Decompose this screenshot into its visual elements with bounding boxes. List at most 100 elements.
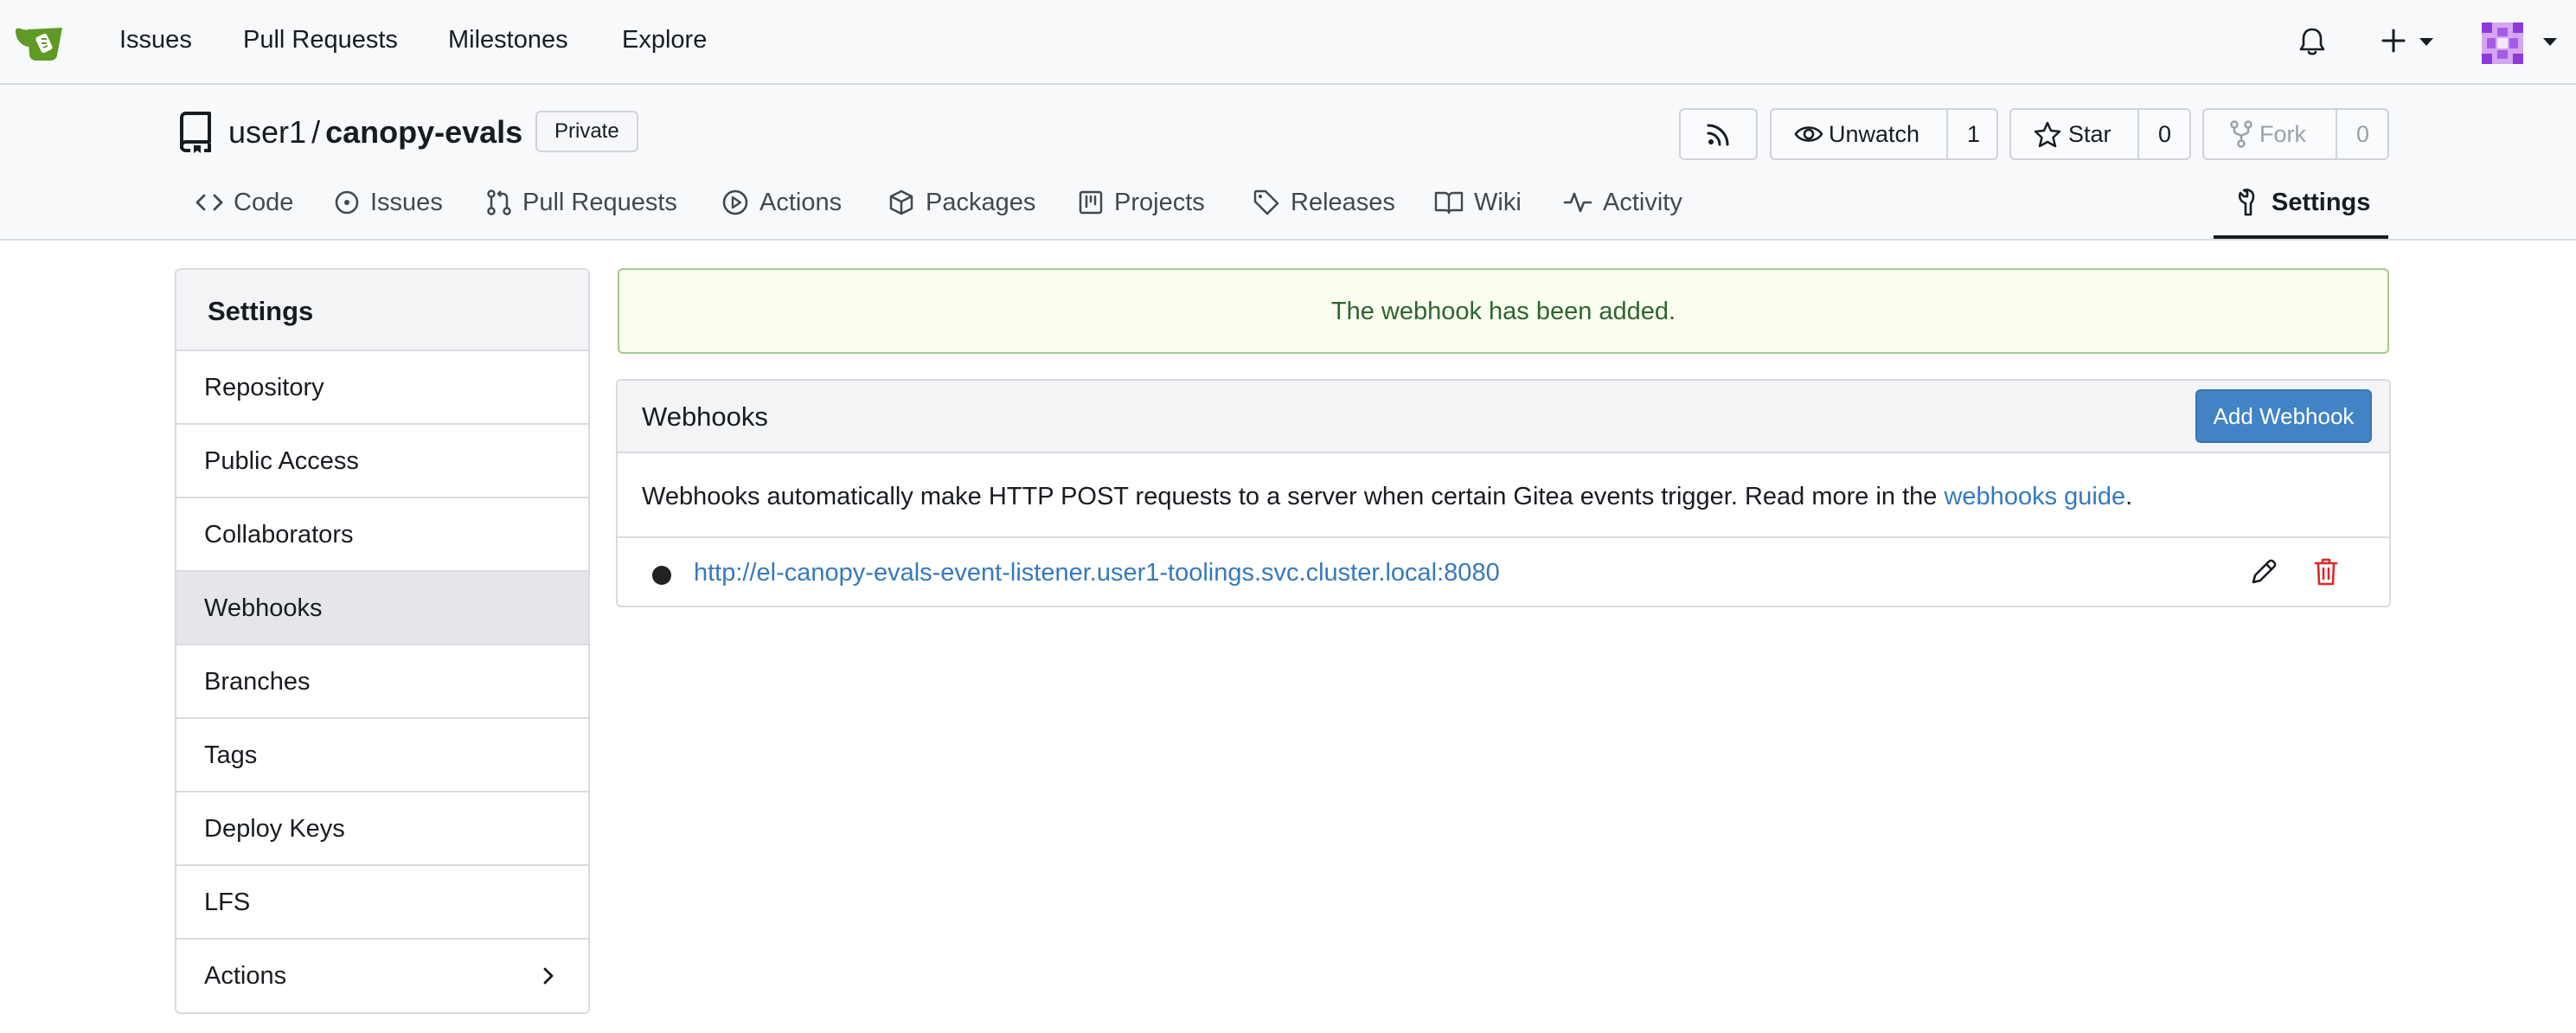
tab-wiki-label: Wiki	[1474, 188, 1522, 216]
rss-icon	[1705, 110, 1733, 158]
delete-trash-icon[interactable]	[2313, 556, 2339, 592]
repo-title: user1/canopy-evals	[228, 114, 522, 151]
eye-icon	[1794, 126, 1823, 142]
tab-pull-requests-label: Pull Requests	[522, 188, 677, 216]
tab-pull-requests[interactable]: Pull Requests	[486, 185, 677, 220]
fork-button[interactable]: Fork	[2230, 110, 2306, 158]
sidebar-header: Settings	[176, 270, 588, 351]
sidebar-item-lfs[interactable]: LFS	[176, 866, 588, 940]
unwatch-label: Unwatch	[1829, 120, 1920, 147]
success-message: The webhook has been added.	[618, 268, 2389, 354]
top-navbar: Issues Pull Requests Milestones Explore	[0, 0, 2576, 85]
tab-issues[interactable]: Issues	[334, 185, 443, 220]
tab-activity[interactable]: Activity	[1563, 185, 1682, 220]
fork-label: Fork	[2259, 120, 2306, 147]
webhooks-panel-header: Webhooks Add Webhook	[618, 381, 2389, 453]
user-menu-chevron-down-icon[interactable]	[2543, 38, 2557, 46]
code-icon	[195, 194, 223, 211]
webhook-url-link[interactable]: http://el-canopy-evals-event-listener.us…	[694, 559, 1500, 587]
tab-projects-label: Projects	[1114, 188, 1205, 216]
sidebar-item-tags[interactable]: Tags	[176, 719, 588, 792]
private-badge: Private	[535, 111, 638, 152]
create-chevron-down-icon[interactable]	[2419, 38, 2433, 46]
fork-icon	[2230, 120, 2252, 148]
sidebar-item-collaborators[interactable]: Collaborators	[176, 498, 588, 572]
settings-sidebar: Settings Repository Public Access Collab…	[175, 268, 590, 1014]
nav-explore[interactable]: Explore	[622, 26, 707, 55]
sidebar-item-webhooks[interactable]: Webhooks	[176, 572, 588, 645]
tab-actions-label: Actions	[759, 188, 843, 216]
play-circle-icon	[722, 189, 748, 215]
star-button[interactable]: Star	[2034, 110, 2111, 158]
create-new-plus-icon[interactable]	[2381, 28, 2406, 58]
sidebar-item-label: Tags	[204, 741, 258, 769]
webhook-list-item: http://el-canopy-evals-event-listener.us…	[618, 536, 2389, 606]
sidebar-item-label: Webhooks	[204, 594, 323, 622]
stars-count[interactable]: 0	[2158, 110, 2171, 158]
success-message-text: The webhook has been added.	[1330, 298, 1676, 325]
sidebar-item-actions[interactable]: Actions	[176, 940, 588, 1012]
watch-button-group: Unwatch 1	[1770, 108, 1998, 160]
unwatch-button[interactable]: Unwatch	[1794, 110, 1919, 158]
add-webhook-button[interactable]: Add Webhook	[2195, 389, 2372, 443]
tab-code-label: Code	[234, 188, 294, 216]
gitea-logo-icon[interactable]	[12, 22, 67, 64]
tab-actions[interactable]: Actions	[721, 185, 842, 220]
active-tab-indicator	[2214, 235, 2388, 239]
tab-projects[interactable]: Projects	[1078, 185, 1205, 220]
sidebar-item-label: Public Access	[204, 447, 359, 475]
sidebar-item-deploy-keys[interactable]: Deploy Keys	[176, 792, 588, 866]
user-avatar[interactable]	[2482, 22, 2523, 68]
sidebar-item-public-access[interactable]: Public Access	[176, 425, 588, 498]
tag-icon	[1253, 189, 1279, 215]
sidebar-item-branches[interactable]: Branches	[176, 645, 588, 719]
tab-releases[interactable]: Releases	[1253, 185, 1395, 220]
webhook-status-dot	[652, 566, 671, 585]
tab-packages[interactable]: Packages	[888, 185, 1035, 220]
webhooks-title: Webhooks	[642, 401, 768, 432]
chevron-right-icon	[543, 967, 554, 985]
wrench-icon	[2238, 189, 2255, 216]
webhooks-description-end: .	[2125, 483, 2133, 510]
rss-feed-button[interactable]	[1679, 108, 1758, 160]
star-button-group: Star 0	[2009, 108, 2191, 160]
nav-milestones[interactable]: Milestones	[448, 26, 568, 55]
star-icon	[2034, 121, 2061, 147]
sidebar-title: Settings	[208, 296, 314, 326]
watchers-count[interactable]: 1	[1967, 110, 1980, 158]
book-icon	[1434, 191, 1464, 215]
tab-settings[interactable]: Settings	[2235, 185, 2370, 220]
sidebar-item-label: Collaborators	[204, 521, 354, 549]
webhooks-description-text: Webhooks automatically make HTTP POST re…	[642, 483, 1945, 510]
sidebar-item-label: Deploy Keys	[204, 815, 345, 843]
repo-name-link[interactable]: canopy-evals	[325, 114, 522, 150]
forks-count[interactable]: 0	[2356, 110, 2369, 158]
package-icon	[889, 189, 913, 215]
notification-bell-icon[interactable]	[2297, 26, 2327, 61]
project-board-icon	[1079, 190, 1103, 215]
webhooks-panel: Webhooks Add Webhook Webhooks automatica…	[616, 379, 2391, 607]
repo-icon	[176, 111, 215, 158]
sidebar-item-label: LFS	[204, 889, 251, 916]
sidebar-item-label: Repository	[204, 374, 324, 401]
sidebar-item-repository[interactable]: Repository	[176, 351, 588, 425]
fork-button-group: Fork 0	[2202, 108, 2389, 160]
issue-icon	[335, 190, 359, 215]
repo-owner-link[interactable]: user1	[228, 114, 306, 150]
tab-packages-label: Packages	[926, 188, 1036, 216]
edit-pencil-icon[interactable]	[2249, 557, 2278, 591]
webhooks-description: Webhooks automatically make HTTP POST re…	[642, 483, 2132, 511]
tab-wiki[interactable]: Wiki	[1434, 185, 1522, 220]
tab-releases-label: Releases	[1291, 188, 1395, 216]
tab-issues-label: Issues	[370, 188, 443, 216]
nav-pull-requests[interactable]: Pull Requests	[243, 26, 398, 55]
nav-issues[interactable]: Issues	[119, 26, 192, 55]
repo-path-separator: /	[311, 114, 321, 150]
tab-settings-label: Settings	[2272, 188, 2371, 216]
pulse-icon	[1563, 192, 1592, 213]
tab-activity-label: Activity	[1603, 188, 1682, 216]
sidebar-item-label: Actions	[204, 962, 287, 990]
tab-code[interactable]: Code	[195, 185, 293, 220]
webhooks-guide-link[interactable]: webhooks guide	[1944, 483, 2125, 510]
star-label: Star	[2068, 120, 2111, 147]
